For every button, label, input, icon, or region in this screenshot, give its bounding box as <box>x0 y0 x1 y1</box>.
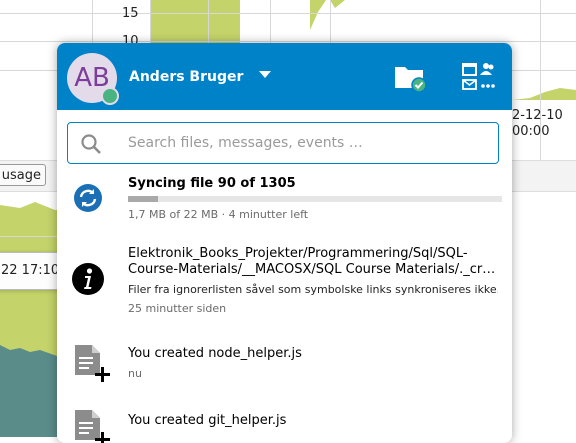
sync-icon <box>74 184 102 212</box>
sync-progress-bar <box>128 196 502 202</box>
search-icon <box>81 134 101 154</box>
grid-line <box>0 13 576 14</box>
apps-menu-button[interactable] <box>459 61 497 93</box>
account-name[interactable]: Anders Bruger <box>129 69 243 85</box>
sync-progress-fill <box>128 196 158 202</box>
folder-check-icon <box>395 67 427 93</box>
activity-title: Syncing file 90 of 1305 <box>128 176 296 191</box>
sync-client-popup: AB Anders Bruger Search files, messages,… <box>57 43 512 443</box>
chevron-down-icon[interactable] <box>259 71 271 78</box>
open-folder-button[interactable] <box>393 61 427 93</box>
grid-line <box>0 236 57 237</box>
activity-subtitle: 1,7 MB of 22 MB · 4 minutter left <box>128 208 309 221</box>
search-placeholder: Search files, messages, events … <box>128 135 363 151</box>
x-tick-date: 2-12-10 <box>512 108 563 123</box>
activity-item-file[interactable] <box>57 333 512 393</box>
activity-message: Filer fra ignorerlisten såvel som symbol… <box>128 283 498 296</box>
file-add-icon <box>75 345 110 382</box>
y-tick-label: 15 <box>122 6 139 21</box>
popup-header: AB Anders Bruger <box>57 43 512 110</box>
file-add-icon <box>75 410 110 443</box>
activity-time: 25 minutter siden <box>128 302 227 315</box>
search-input[interactable]: Search files, messages, events … <box>67 122 499 164</box>
activity-title: Elektronik_Books_Projekter/Programmering… <box>128 246 468 261</box>
activity-title: You created node_helper.js <box>128 346 302 361</box>
online-status-icon <box>101 87 119 105</box>
info-icon <box>72 263 104 295</box>
activity-time: nu <box>128 367 142 380</box>
grid-line <box>0 41 576 42</box>
activity-title-continued: Course-Materials/__MACOSX/SQL Course Mat… <box>128 262 496 277</box>
activity-title: You created git_helper.js <box>128 413 287 428</box>
x-tick-time: 00:00 <box>512 124 550 139</box>
apps-icon <box>462 63 495 90</box>
usage-button[interactable]: usage <box>0 164 46 186</box>
